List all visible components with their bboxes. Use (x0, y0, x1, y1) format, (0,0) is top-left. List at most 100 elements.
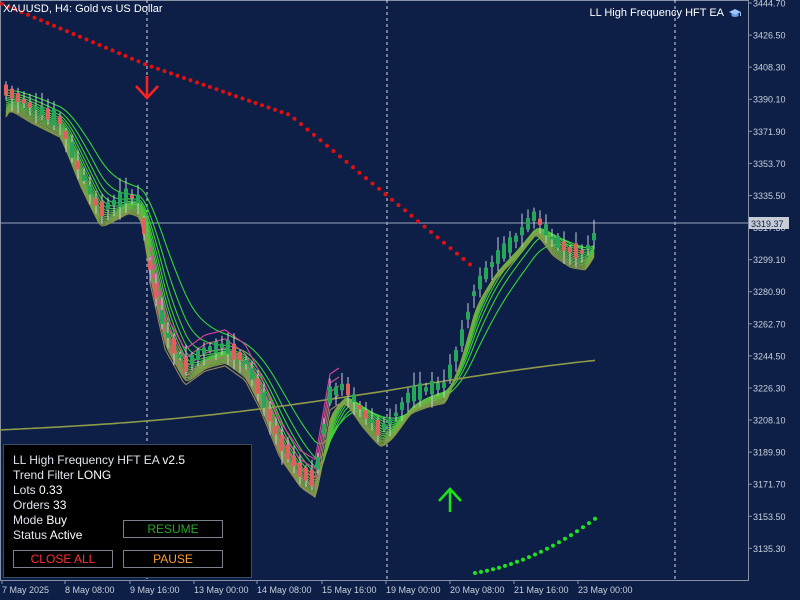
candle-body (148, 260, 152, 270)
candle-body (478, 275, 482, 290)
sell-trail-dot (448, 246, 453, 251)
sell-trail-dot (97, 43, 102, 47)
buy-trail-dot (515, 559, 519, 564)
price-tick-label: 3189.90 (753, 448, 786, 458)
panel-version: v2.5 (162, 453, 186, 467)
sell-trail-dot (91, 40, 95, 45)
candle-body (196, 350, 200, 361)
candle-body (502, 243, 506, 259)
ea-badge[interactable]: LL High Frequency HFT EA (589, 7, 742, 19)
sell-trail-dot (455, 251, 459, 256)
graduation-cap-icon (729, 8, 741, 17)
time-tick-label: 9 May 16:00 (130, 585, 180, 595)
buy-trail-dot (503, 563, 507, 568)
candle-body (388, 419, 392, 425)
sell-trail-dot (234, 94, 238, 99)
sell-trail-dot (409, 213, 414, 218)
sell-trail-dot (65, 29, 69, 34)
candle-body (262, 392, 266, 408)
buy-trail-dot (581, 525, 585, 530)
close-all-button[interactable]: CLOSE ALL (13, 550, 113, 568)
sell-trail-dot (162, 69, 167, 74)
status-value: Active (49, 528, 83, 542)
sell-arrow-shape (135, 76, 159, 100)
trend-filter-value: LONG (77, 468, 112, 482)
sell-trail-dot (279, 110, 284, 115)
sell-trail-dot (396, 203, 401, 208)
status-label: Status (13, 528, 48, 542)
price-tick-label: 3353.70 (753, 159, 786, 169)
sell-trail-dot (403, 208, 407, 213)
candle-body (238, 352, 242, 361)
resume-button[interactable]: RESUME (123, 520, 223, 538)
sell-trail-dot (175, 73, 180, 78)
ea-badge-label: LL High Frequency HFT EA (589, 7, 724, 19)
sell-trail-dot (208, 85, 212, 89)
candle-body (544, 224, 548, 236)
sell-trail-dot (45, 21, 50, 25)
trend-filter-row: Trend Filter LONG (13, 468, 111, 482)
ma-ribbon-line (5, 97, 595, 474)
candle-body (232, 343, 236, 360)
candle-body (22, 99, 26, 104)
time-tick-label: 23 May 00:00 (578, 585, 633, 595)
sell-trail-dot (110, 48, 115, 53)
sell-trail-dot (338, 154, 342, 159)
orders-value: 33 (53, 498, 67, 512)
candle-body (178, 354, 182, 358)
time-tick-label: 7 May 2025 (2, 585, 49, 595)
candle-body (130, 195, 134, 199)
slow-ma-line (0, 359, 596, 431)
mode-value: Buy (46, 513, 68, 527)
price-tick-label: 3299.10 (753, 255, 786, 265)
arrow-up-icon (438, 487, 462, 512)
sell-trail-dot (351, 165, 355, 170)
sell-trail-dot (370, 181, 375, 186)
buy-trail-dot (563, 536, 567, 541)
sell-trail-dot (429, 230, 433, 234)
candle-body (76, 160, 80, 170)
sell-trail-dot (104, 45, 108, 50)
price-tick-label: 3335.50 (753, 191, 786, 201)
ma-ribbon-line (5, 111, 595, 498)
candle-body (268, 408, 272, 422)
candle-body (328, 386, 332, 404)
buy-trail-dot (479, 569, 483, 574)
ma-ribbon-line (5, 107, 595, 493)
candle-body (316, 456, 320, 470)
candle-body (70, 142, 74, 158)
candle-body (376, 420, 380, 436)
candle-body (334, 386, 338, 396)
sell-trail-dot (299, 122, 303, 127)
buy-trail-dot (587, 521, 591, 526)
sell-trail-dot (383, 192, 388, 197)
candle-body (16, 93, 20, 102)
candle-body (280, 435, 284, 451)
candle-body (226, 340, 230, 355)
candle-body (310, 469, 314, 487)
price-tick-label: 3208.10 (753, 416, 786, 426)
candle-body (94, 198, 98, 206)
buy-trail-dot (521, 557, 525, 562)
pause-button[interactable]: PAUSE (123, 550, 223, 568)
time-tick-label: 19 May 00:00 (386, 585, 441, 595)
candle-body (466, 311, 470, 320)
panel-title: LL High Frequency HFT EA (13, 453, 160, 467)
ma-ribbon-line (5, 108, 595, 494)
buy-arrow-shape (438, 487, 462, 512)
candle-body (136, 194, 140, 204)
sell-trail-dot (416, 219, 420, 224)
mode-row: Mode Buy (13, 513, 67, 527)
sell-trail-dot (292, 116, 297, 121)
buy-trail-dot (509, 562, 513, 566)
chart-window[interactable]: 3444.70 3426.50 3408.30 3390.10 3371.90 3353.… (0, 0, 800, 600)
sell-trail-dot (247, 98, 251, 103)
candle-body (346, 383, 350, 396)
candle-body (184, 356, 188, 372)
candle-body (88, 185, 92, 195)
candle-body (484, 267, 488, 280)
price-tick-label: 3390.10 (753, 95, 786, 105)
buy-trail-dot (497, 565, 501, 570)
candle-body (190, 354, 194, 365)
time-tick-label: 21 May 16:00 (514, 585, 569, 595)
